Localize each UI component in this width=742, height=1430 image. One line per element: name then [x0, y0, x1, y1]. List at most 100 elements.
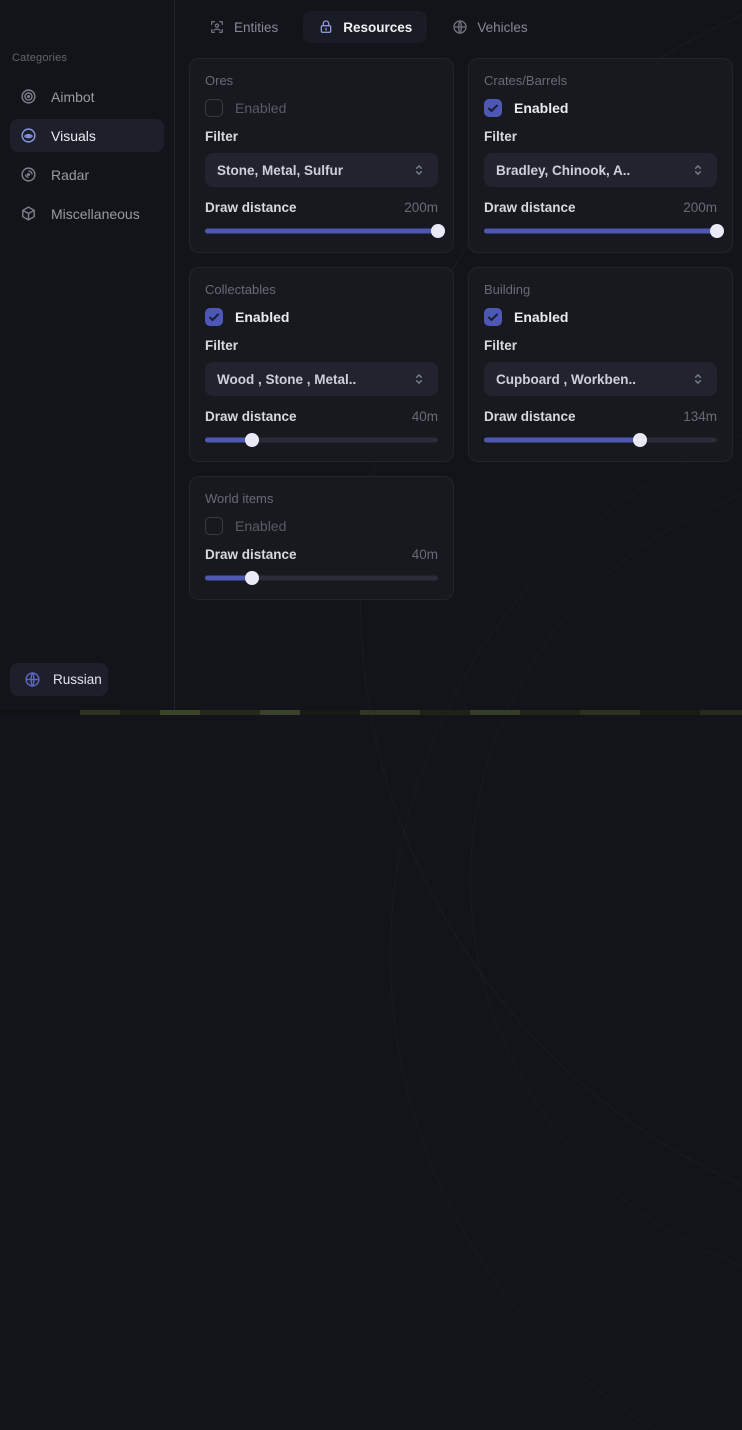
- lock-crate-icon: [318, 19, 334, 35]
- categories-label: Categories: [12, 52, 164, 64]
- card-collectables: Collectables Enabled Filter Wood , Stone…: [189, 267, 454, 462]
- slider-fill: [205, 229, 438, 234]
- distance-row: Draw distance 200m: [484, 200, 717, 215]
- enabled-row: Enabled: [205, 308, 438, 326]
- check-icon: [487, 102, 499, 114]
- tab-entities[interactable]: Entities: [194, 11, 293, 43]
- distance-label: Draw distance: [205, 547, 297, 562]
- filter-value: Cupboard , Workben..: [496, 372, 636, 387]
- card-title: Ores: [205, 73, 438, 88]
- chevron-updown-icon: [691, 163, 705, 177]
- chevron-updown-icon: [691, 372, 705, 386]
- tab-bar: Entities Resources Vehicles: [176, 0, 742, 43]
- slider-thumb[interactable]: [245, 571, 259, 585]
- distance-row: Draw distance 134m: [484, 409, 717, 424]
- distance-slider[interactable]: [205, 224, 438, 238]
- filter-label: Filter: [484, 338, 717, 353]
- enabled-row: Enabled: [205, 99, 438, 117]
- enabled-row: Enabled: [484, 99, 717, 117]
- sidebar-item-label: Miscellaneous: [51, 206, 140, 222]
- filter-label: Filter: [205, 129, 438, 144]
- filter-select[interactable]: Stone, Metal, Sulfur: [205, 153, 438, 187]
- card-building: Building Enabled Filter Cupboard , Workb…: [468, 267, 733, 462]
- person-scan-icon: [209, 19, 225, 35]
- distance-slider[interactable]: [205, 433, 438, 447]
- distance-value: 40m: [412, 409, 438, 424]
- card-title: World items: [205, 491, 438, 506]
- chevron-updown-icon: [412, 372, 426, 386]
- enabled-label: Enabled: [235, 518, 286, 534]
- globe-icon: [24, 671, 41, 688]
- language-button-label: Russian: [53, 672, 102, 687]
- filter-label: Filter: [484, 129, 717, 144]
- language-button[interactable]: Russian: [10, 663, 108, 696]
- card-title: Collectables: [205, 282, 438, 297]
- filter-select[interactable]: Cupboard , Workben..: [484, 362, 717, 396]
- sidebar-item-label: Visuals: [51, 128, 96, 144]
- check-icon: [487, 311, 499, 323]
- slider-thumb[interactable]: [431, 224, 445, 238]
- enabled-checkbox[interactable]: [205, 308, 223, 326]
- distance-value: 40m: [412, 547, 438, 562]
- cards-grid: Ores Enabled Filter Stone, Metal, Sulfur…: [189, 58, 733, 600]
- sidebar-item-radar[interactable]: Radar: [10, 158, 164, 191]
- enabled-label: Enabled: [235, 100, 286, 116]
- filter-select[interactable]: Wood , Stone , Metal..: [205, 362, 438, 396]
- distance-row: Draw distance 200m: [205, 200, 438, 215]
- tab-label: Resources: [343, 20, 412, 35]
- card-crates-barrels: Crates/Barrels Enabled Filter Bradley, C…: [468, 58, 733, 253]
- distance-value: 200m: [404, 200, 438, 215]
- enabled-label: Enabled: [514, 100, 568, 116]
- slider-thumb[interactable]: [633, 433, 647, 447]
- distance-slider[interactable]: [205, 571, 438, 585]
- filter-value: Stone, Metal, Sulfur: [217, 163, 343, 178]
- target-icon: [20, 88, 37, 105]
- distance-label: Draw distance: [205, 200, 297, 215]
- cube-icon: [20, 205, 37, 222]
- card-world-items: World items Enabled Draw distance 40m: [189, 476, 454, 600]
- globe-icon: [452, 19, 468, 35]
- slider-fill: [484, 229, 717, 234]
- sidebar-item-label: Aimbot: [51, 89, 95, 105]
- card-title: Building: [484, 282, 717, 297]
- check-icon: [208, 311, 220, 323]
- sidebar-item-miscellaneous[interactable]: Miscellaneous: [10, 197, 164, 230]
- slider-fill: [484, 438, 640, 443]
- slider-thumb[interactable]: [710, 224, 724, 238]
- tab-label: Vehicles: [477, 20, 527, 35]
- filter-value: Bradley, Chinook, A..: [496, 163, 630, 178]
- enabled-row: Enabled: [484, 308, 717, 326]
- sidebar: Categories Aimbot Visuals Radar Miscella…: [0, 0, 175, 710]
- card-ores: Ores Enabled Filter Stone, Metal, Sulfur…: [189, 58, 454, 253]
- sidebar-item-label: Radar: [51, 167, 89, 183]
- distance-row: Draw distance 40m: [205, 547, 438, 562]
- slider-thumb[interactable]: [245, 433, 259, 447]
- eye-icon: [20, 127, 37, 144]
- distance-slider[interactable]: [484, 433, 717, 447]
- sidebar-item-aimbot[interactable]: Aimbot: [10, 80, 164, 113]
- radar-icon: [20, 166, 37, 183]
- enabled-checkbox[interactable]: [205, 99, 223, 117]
- distance-value: 134m: [683, 409, 717, 424]
- distance-slider[interactable]: [484, 224, 717, 238]
- distance-label: Draw distance: [484, 200, 576, 215]
- enabled-label: Enabled: [235, 309, 289, 325]
- tab-resources[interactable]: Resources: [303, 11, 427, 43]
- enabled-checkbox[interactable]: [484, 99, 502, 117]
- game-background-strip: [0, 710, 742, 715]
- distance-label: Draw distance: [205, 409, 297, 424]
- distance-label: Draw distance: [484, 409, 576, 424]
- enabled-checkbox[interactable]: [205, 517, 223, 535]
- tab-label: Entities: [234, 20, 278, 35]
- filter-select[interactable]: Bradley, Chinook, A..: [484, 153, 717, 187]
- distance-value: 200m: [683, 200, 717, 215]
- filter-label: Filter: [205, 338, 438, 353]
- filter-value: Wood , Stone , Metal..: [217, 372, 356, 387]
- sidebar-item-visuals[interactable]: Visuals: [10, 119, 164, 152]
- enabled-checkbox[interactable]: [484, 308, 502, 326]
- enabled-label: Enabled: [514, 309, 568, 325]
- enabled-row: Enabled: [205, 517, 438, 535]
- card-title: Crates/Barrels: [484, 73, 717, 88]
- chevron-updown-icon: [412, 163, 426, 177]
- tab-vehicles[interactable]: Vehicles: [437, 11, 542, 43]
